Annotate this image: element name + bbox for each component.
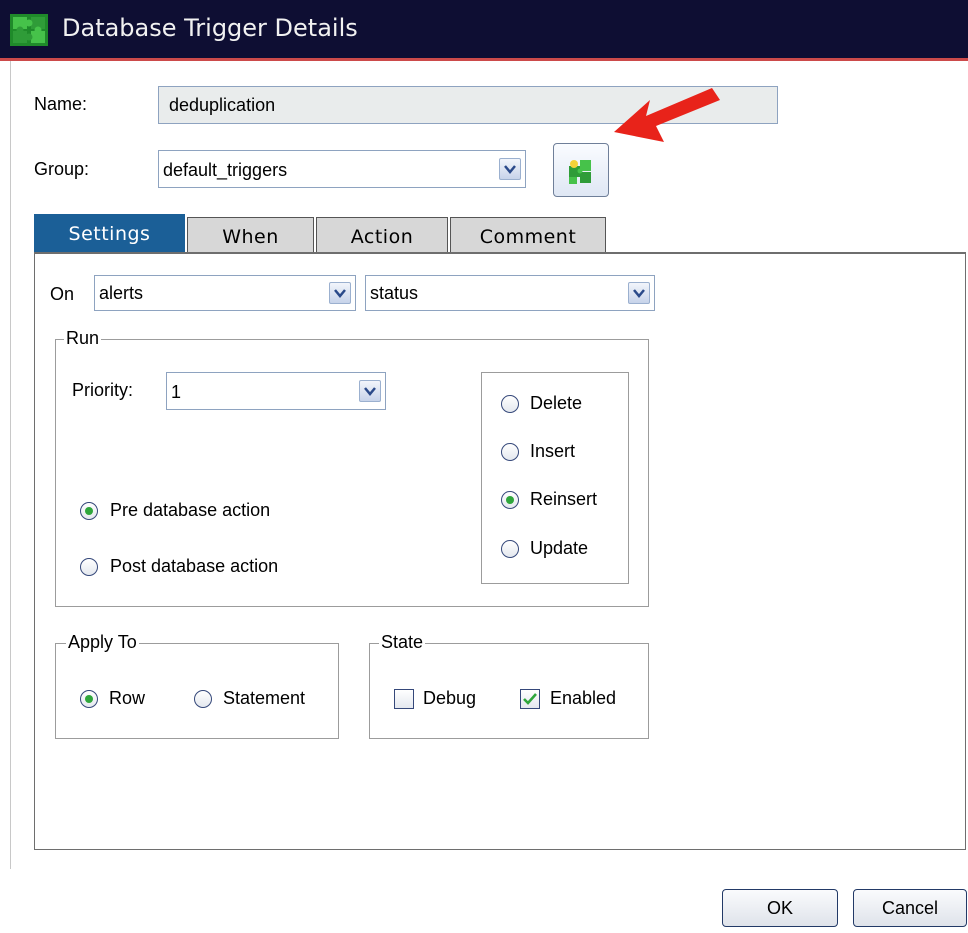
on-column-value: status (370, 283, 419, 303)
tab-comment[interactable]: Comment (450, 217, 606, 253)
tab-when[interactable]: When (187, 217, 314, 253)
puzzle-group-icon (569, 160, 591, 184)
apply-to-legend: Apply To (66, 632, 139, 653)
priority-select[interactable]: 1 (166, 372, 386, 410)
update-label: Update (530, 538, 589, 558)
tab-action[interactable]: Action (316, 217, 448, 253)
row-label: Row (109, 688, 146, 708)
group-label: Group: (34, 159, 90, 179)
priority-value: 1 (171, 382, 182, 402)
name-label: Name: (34, 94, 88, 114)
insert-radio[interactable] (501, 443, 519, 461)
checkmark-icon (523, 693, 537, 705)
chevron-down-icon[interactable] (628, 282, 650, 304)
statement-label: Statement (223, 688, 306, 708)
red-arrow-icon (614, 88, 720, 142)
chevron-down-icon[interactable] (329, 282, 351, 304)
enabled-label: Enabled (550, 688, 617, 708)
title-bar: Database Trigger Details (0, 0, 968, 58)
run-legend: Run (64, 328, 102, 349)
chevron-down-icon[interactable] (359, 380, 381, 402)
cancel-button[interactable]: Cancel (853, 889, 967, 927)
statement-radio[interactable] (194, 690, 212, 708)
priority-label: Priority: (72, 380, 134, 400)
group-picker-button[interactable] (553, 143, 609, 197)
on-column-select[interactable]: status (365, 275, 655, 311)
state-legend: State (379, 632, 426, 653)
post-database-action-label: Post database action (110, 556, 279, 576)
enabled-checkbox[interactable] (520, 689, 540, 709)
pre-database-action-radio[interactable] (80, 502, 98, 520)
update-radio[interactable] (501, 540, 519, 558)
ok-button[interactable]: OK (722, 889, 838, 927)
debug-label: Debug (423, 688, 477, 708)
delete-label: Delete (530, 393, 583, 413)
pre-database-action-label: Pre database action (110, 500, 271, 520)
reinsert-radio[interactable] (501, 491, 519, 509)
reinsert-label: Reinsert (530, 489, 598, 509)
post-database-action-radio[interactable] (80, 558, 98, 576)
debug-checkbox[interactable] (394, 689, 414, 709)
puzzle-icon (10, 14, 48, 46)
row-radio[interactable] (80, 690, 98, 708)
group-select-value: default_triggers (163, 160, 288, 180)
chevron-down-icon[interactable] (499, 158, 521, 180)
on-table-value: alerts (99, 283, 144, 303)
on-label: On (50, 284, 75, 304)
insert-label: Insert (530, 441, 576, 461)
tab-settings[interactable]: Settings (34, 214, 185, 254)
window-title: Database Trigger Details (62, 14, 358, 42)
on-table-select[interactable]: alerts (94, 275, 356, 311)
delete-radio[interactable] (501, 395, 519, 413)
group-select[interactable]: default_triggers (158, 150, 526, 188)
